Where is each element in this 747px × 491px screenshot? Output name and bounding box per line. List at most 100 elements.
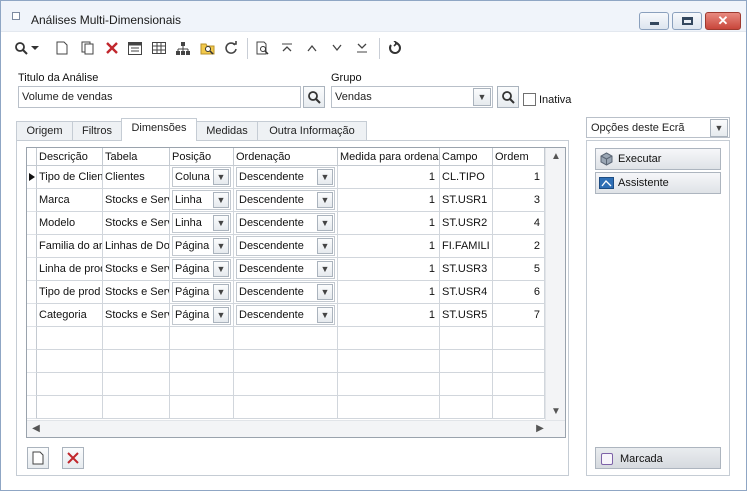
ordenacao-select[interactable]: Descendente ▼: [236, 282, 335, 302]
chevron-down-icon[interactable]: ▼: [213, 261, 229, 277]
cell-ordem[interactable]: [493, 350, 545, 373]
tab-medidas[interactable]: Medidas: [196, 121, 258, 141]
cell-descricao[interactable]: [37, 396, 103, 419]
col-campo-header[interactable]: Campo: [440, 148, 493, 166]
maximize-button[interactable]: [672, 12, 702, 30]
cell-descricao[interactable]: Modelo: [37, 212, 103, 235]
cell-ordem[interactable]: [493, 396, 545, 419]
cell-tabela[interactable]: Stocks e Serv: [103, 304, 170, 327]
cell-medida[interactable]: [338, 373, 440, 396]
copy-icon[interactable]: [78, 39, 96, 57]
ordenacao-select[interactable]: Descendente ▼: [236, 305, 335, 325]
cell-posicao[interactable]: Linha ▼: [170, 212, 234, 235]
tab-origem[interactable]: Origem: [16, 121, 73, 141]
chevron-down-icon[interactable]: ▼: [317, 261, 333, 277]
cell-ordenacao[interactable]: Descendente ▼: [234, 281, 338, 304]
cell-descricao[interactable]: [37, 350, 103, 373]
cell-tabela[interactable]: Clientes: [103, 166, 170, 189]
cell-medida[interactable]: 1: [338, 304, 440, 327]
cell-campo[interactable]: [440, 373, 493, 396]
row-selector[interactable]: [27, 212, 37, 235]
cell-campo[interactable]: [440, 396, 493, 419]
cell-campo[interactable]: ST.USR3: [440, 258, 493, 281]
chevron-down-icon[interactable]: ▼: [213, 192, 229, 208]
cell-ordenacao[interactable]: [234, 327, 338, 350]
posicao-select[interactable]: Linha ▼: [172, 213, 231, 233]
cell-ordenacao[interactable]: Descendente ▼: [234, 304, 338, 327]
cell-medida[interactable]: 1: [338, 235, 440, 258]
cell-tabela[interactable]: [103, 327, 170, 350]
col-medida-header[interactable]: Medida para ordena: [338, 148, 440, 166]
cell-posicao[interactable]: [170, 396, 234, 419]
chevron-down-icon[interactable]: ▼: [317, 238, 333, 254]
inativa-checkbox[interactable]: [523, 93, 536, 106]
cell-medida[interactable]: [338, 350, 440, 373]
grupo-search-button[interactable]: [497, 86, 519, 108]
cell-ordenacao[interactable]: [234, 350, 338, 373]
cell-descricao[interactable]: Tipo de prod: [37, 281, 103, 304]
row-selector[interactable]: [27, 166, 37, 189]
cell-posicao[interactable]: [170, 327, 234, 350]
cell-ordem[interactable]: [493, 327, 545, 350]
dimensions-grid[interactable]: Descrição Tabela Posição Ordenação Medid…: [26, 147, 566, 438]
cell-tabela[interactable]: Stocks e Serv: [103, 189, 170, 212]
cell-medida[interactable]: 1: [338, 258, 440, 281]
assistente-button[interactable]: Assistente: [595, 172, 721, 194]
cell-ordem[interactable]: [493, 373, 545, 396]
scroll-down-icon[interactable]: ▼: [549, 406, 563, 417]
tab-outra-informacao[interactable]: Outra Informação: [257, 121, 367, 141]
cell-ordenacao[interactable]: Descendente ▼: [234, 189, 338, 212]
col-tabela-header[interactable]: Tabela: [103, 148, 170, 166]
cell-campo[interactable]: CL.TIPO: [440, 166, 493, 189]
ordenacao-select[interactable]: Descendente ▼: [236, 236, 335, 256]
cell-campo[interactable]: [440, 350, 493, 373]
chevron-down-icon[interactable]: ▼: [317, 307, 333, 323]
row-selector[interactable]: [27, 281, 37, 304]
marcada-checkbox[interactable]: [601, 453, 613, 465]
chevron-down-icon[interactable]: ▼: [710, 119, 728, 137]
cell-ordenacao[interactable]: Descendente ▼: [234, 166, 338, 189]
cell-medida[interactable]: 1: [338, 212, 440, 235]
vertical-scrollbar[interactable]: ▲ ▼: [545, 148, 565, 420]
first-record-icon[interactable]: [278, 39, 296, 57]
cell-medida[interactable]: 1: [338, 189, 440, 212]
posicao-select[interactable]: Linha ▼: [172, 190, 231, 210]
cell-ordem[interactable]: 1: [493, 166, 545, 189]
row-selector[interactable]: [27, 304, 37, 327]
previous-record-icon[interactable]: [303, 39, 321, 57]
cell-tabela[interactable]: [103, 350, 170, 373]
cell-tabela[interactable]: Stocks e Serv: [103, 212, 170, 235]
cell-tabela[interactable]: [103, 373, 170, 396]
posicao-select[interactable]: Página ▼: [172, 259, 231, 279]
cell-descricao[interactable]: Tipo de Clien: [37, 166, 103, 189]
titulo-search-button[interactable]: [303, 86, 325, 108]
row-selector[interactable]: [27, 189, 37, 212]
find-folder-icon[interactable]: [198, 39, 216, 57]
chevron-down-icon[interactable]: ▼: [213, 238, 229, 254]
cell-descricao[interactable]: [37, 373, 103, 396]
ordenacao-select[interactable]: Descendente ▼: [236, 167, 335, 187]
scroll-right-icon[interactable]: ▶: [533, 423, 547, 434]
reload-icon[interactable]: [386, 39, 404, 57]
scroll-up-icon[interactable]: ▲: [549, 151, 563, 162]
cell-medida[interactable]: [338, 327, 440, 350]
cell-posicao[interactable]: Linha ▼: [170, 189, 234, 212]
cell-descricao[interactable]: Marca: [37, 189, 103, 212]
cell-ordenacao[interactable]: Descendente ▼: [234, 258, 338, 281]
cell-campo[interactable]: ST.USR1: [440, 189, 493, 212]
ordenacao-select[interactable]: Descendente ▼: [236, 190, 335, 210]
executar-button[interactable]: Executar: [595, 148, 721, 170]
cell-ordem[interactable]: 2: [493, 235, 545, 258]
cell-ordem[interactable]: 5: [493, 258, 545, 281]
preview-icon[interactable]: [254, 39, 272, 57]
horizontal-scrollbar[interactable]: ◀ ▶: [27, 420, 565, 437]
chevron-down-icon[interactable]: ▼: [473, 88, 491, 106]
chevron-down-icon[interactable]: ▼: [317, 284, 333, 300]
cell-posicao[interactable]: Página ▼: [170, 258, 234, 281]
chevron-down-icon[interactable]: ▼: [317, 215, 333, 231]
posicao-select[interactable]: Página ▼: [172, 305, 231, 325]
cell-descricao[interactable]: [37, 327, 103, 350]
cell-tabela[interactable]: Stocks e Serv: [103, 281, 170, 304]
cell-ordem[interactable]: 7: [493, 304, 545, 327]
ordenacao-select[interactable]: Descendente ▼: [236, 259, 335, 279]
